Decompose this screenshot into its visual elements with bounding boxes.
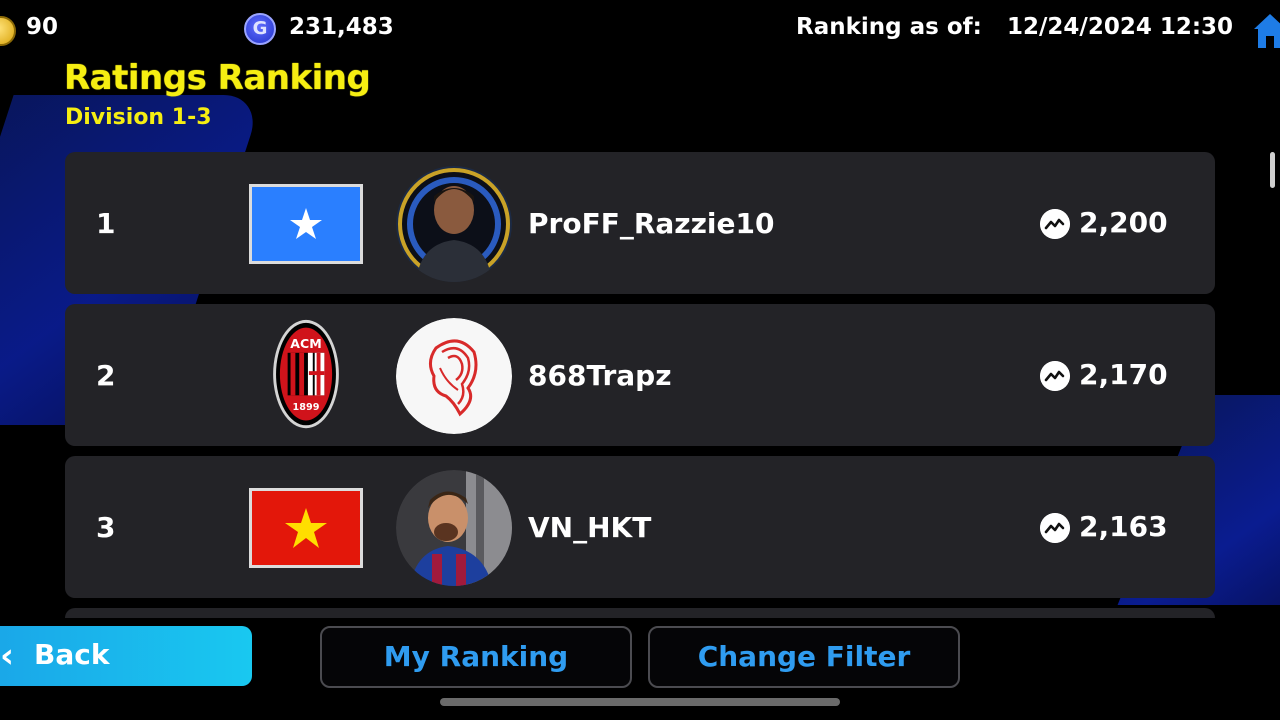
rank-number: 3 (96, 511, 116, 544)
division-label: Division 1-3 (65, 105, 212, 130)
rating-value: 2,163 (1079, 510, 1168, 543)
ac-milan-crest-icon: ACM 1899 (273, 319, 339, 429)
rating-value: 2,200 (1079, 206, 1168, 239)
rating-trend-icon (1040, 361, 1070, 391)
gp-balance: 231,483 (289, 14, 394, 40)
player-name: ProFF_Razzie10 (528, 207, 775, 240)
ranking-row[interactable]: 2 ACM 1899 868Trapz 2,170 (65, 304, 1215, 446)
crest-year-text: 1899 (293, 402, 320, 413)
back-label: Back (34, 638, 110, 671)
coin-icon (0, 16, 16, 46)
page-title: Ratings Ranking (64, 58, 371, 98)
ranking-row-partial[interactable] (65, 608, 1215, 618)
back-button[interactable]: ‹ Back (0, 626, 252, 686)
rank-number: 2 (96, 359, 116, 392)
my-ranking-button[interactable]: My Ranking (320, 626, 632, 688)
player-avatar (396, 470, 512, 586)
change-filter-button[interactable]: Change Filter (648, 626, 960, 688)
rating-trend-icon (1040, 513, 1070, 543)
chevron-left-icon: ‹ (0, 636, 15, 676)
home-indicator-bar[interactable] (440, 698, 840, 706)
player-avatar (396, 318, 512, 434)
gp-icon: G (244, 13, 276, 45)
rating-trend-icon (1040, 209, 1070, 239)
player-name: VN_HKT (528, 511, 652, 544)
ranking-as-of-label: Ranking as of: (796, 14, 982, 40)
ranking-row[interactable]: 1 ProFF_Razzie10 2,200 (65, 152, 1215, 294)
flag-somalia-icon (249, 184, 363, 264)
crest-top-text: ACM (290, 336, 321, 351)
home-icon[interactable] (1252, 12, 1280, 50)
top-status-bar: 90 G 231,483 Ranking as of: 12/24/2024 1… (0, 0, 1280, 58)
ranking-row[interactable]: 3 VN_HKT 2,163 (65, 456, 1215, 598)
ranking-list[interactable]: 1 ProFF_Razzie10 2,200 2 ACM 1899 868Tra… (65, 152, 1215, 618)
coin-balance: 90 (26, 14, 59, 40)
flag-vietnam-icon (249, 488, 363, 568)
ranking-date: 12/24/2024 12:30 (1007, 14, 1234, 40)
rating-value: 2,170 (1079, 358, 1168, 391)
rank-number: 1 (96, 207, 116, 240)
scrollbar-thumb[interactable] (1270, 152, 1275, 188)
player-name: 868Trapz (528, 359, 672, 392)
player-avatar (396, 166, 512, 282)
